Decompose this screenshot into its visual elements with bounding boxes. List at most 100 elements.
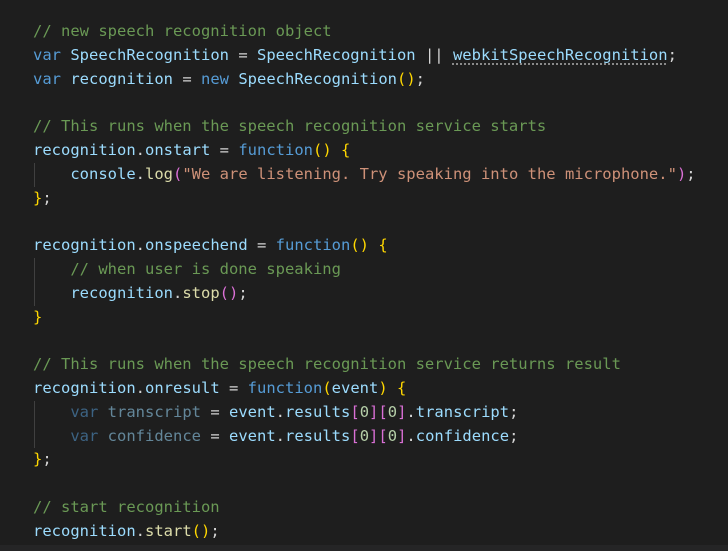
code-line[interactable]: // when user is done speaking: [33, 257, 696, 282]
punctuation: =: [173, 69, 201, 88]
identifier: transcript: [415, 402, 510, 421]
punctuation: .: [406, 426, 416, 445]
keyword: function: [275, 236, 351, 255]
comment: // when user is done speaking: [70, 259, 341, 278]
number: 0: [387, 402, 398, 421]
code-line[interactable]: [33, 91, 696, 115]
indent-guide: [34, 257, 35, 282]
code-line[interactable]: // This runs when the speech recognition…: [33, 353, 696, 377]
identifier: event: [229, 402, 276, 421]
punctuation: ||: [415, 45, 453, 64]
punctuation: [33, 165, 70, 183]
code-line[interactable]: var confidence = event.results[0][0].con…: [33, 424, 696, 449]
code-line[interactable]: // This runs when the speech recognition…: [33, 115, 696, 139]
bracket: ]: [397, 426, 407, 445]
punctuation: ;: [509, 426, 519, 445]
punctuation: .: [135, 236, 145, 255]
identifier: event: [331, 378, 379, 397]
punctuation: [33, 403, 70, 421]
keyword: function: [247, 378, 323, 397]
punctuation: ;: [509, 402, 519, 421]
code-line[interactable]: [33, 472, 696, 496]
identifier: onspeechend: [145, 236, 248, 255]
punctuation: [98, 427, 107, 445]
code-line[interactable]: };: [33, 448, 696, 472]
identifier: SpeechRecognition: [70, 45, 229, 64]
punctuation: .: [275, 402, 286, 421]
punctuation: =: [201, 402, 229, 421]
number: 0: [387, 426, 398, 445]
punctuation: [33, 260, 70, 278]
code-line[interactable]: recognition.onspeechend = function() {: [33, 234, 696, 258]
unused-identifier: transcript: [107, 402, 201, 421]
code-line[interactable]: recognition.start();: [33, 520, 696, 544]
function-name: log: [145, 164, 173, 183]
punctuation: [332, 141, 341, 159]
identifier: recognition: [33, 378, 136, 397]
code-line[interactable]: var transcript = event.results[0][0].tra…: [33, 400, 696, 425]
punctuation: .: [406, 402, 416, 421]
code-line[interactable]: recognition.onresult = function(event) {: [33, 377, 696, 401]
identifier: confidence: [415, 426, 510, 445]
comment: // new speech recognition object: [33, 22, 332, 40]
code-line[interactable]: [33, 329, 696, 353]
indent-guide: [34, 281, 35, 306]
keyword: var: [33, 45, 61, 64]
code-line[interactable]: var SpeechRecognition = SpeechRecognitio…: [33, 44, 696, 68]
function-name: start: [145, 521, 192, 540]
punctuation: [33, 284, 70, 302]
identifier: results: [285, 402, 351, 421]
punctuation: .: [135, 378, 145, 397]
punctuation: [229, 70, 238, 88]
punctuation: [98, 403, 107, 421]
bracket: (): [396, 69, 416, 88]
identifier: recognition: [33, 140, 136, 159]
punctuation: [61, 70, 70, 88]
code-line[interactable]: [33, 210, 696, 234]
punctuation: ;: [210, 521, 220, 540]
bracket: (): [312, 140, 332, 159]
punctuation: ;: [238, 283, 248, 302]
code-line[interactable]: recognition.stop();: [33, 281, 696, 306]
keyword: var: [70, 402, 99, 421]
keyword: function: [238, 140, 313, 159]
punctuation: =: [247, 236, 276, 255]
code-line[interactable]: recognition.onstart = function() {: [33, 139, 696, 163]
punctuation: ;: [415, 69, 425, 88]
punctuation: [33, 427, 70, 445]
code-line[interactable]: // new speech recognition object: [33, 20, 696, 44]
bracket: (): [219, 283, 239, 302]
bracket: (: [173, 164, 183, 183]
unused-identifier: confidence: [107, 426, 201, 445]
code-line[interactable]: }: [33, 306, 696, 330]
code-line[interactable]: var recognition = new SpeechRecognition(…: [33, 68, 696, 92]
indent-guide: [34, 162, 35, 187]
punctuation: ;: [686, 164, 696, 183]
horizontal-scrollbar-track[interactable]: [0, 545, 728, 551]
identifier: onresult: [145, 378, 220, 397]
punctuation: [369, 236, 378, 254]
punctuation: .: [135, 140, 145, 159]
punctuation: =: [210, 140, 239, 159]
identifier: webkitSpeechRecognition: [452, 45, 668, 64]
keyword: var: [70, 426, 99, 445]
identifier: recognition: [33, 236, 136, 255]
code-editor[interactable]: // new speech recognition object var Spee…: [33, 20, 696, 544]
bracket: [: [350, 402, 360, 421]
identifier: SpeechRecognition: [238, 69, 397, 88]
identifier: recognition: [70, 69, 173, 88]
punctuation: .: [135, 164, 145, 183]
code-line[interactable]: // start recognition: [33, 496, 696, 520]
identifier: recognition: [33, 521, 136, 540]
comment: // start recognition: [33, 497, 220, 516]
bracket: ): [676, 164, 687, 183]
function-name: stop: [182, 283, 220, 302]
code-line[interactable]: };: [33, 187, 696, 211]
identifier: recognition: [70, 283, 173, 302]
punctuation: =: [228, 45, 257, 64]
punctuation: ;: [42, 450, 52, 469]
identifier: SpeechRecognition: [256, 45, 416, 64]
indent-guide: [34, 400, 35, 425]
string-literal: "We are listening. Try speaking into the…: [182, 164, 677, 183]
code-line[interactable]: console.log("We are listening. Try speak…: [33, 162, 696, 187]
